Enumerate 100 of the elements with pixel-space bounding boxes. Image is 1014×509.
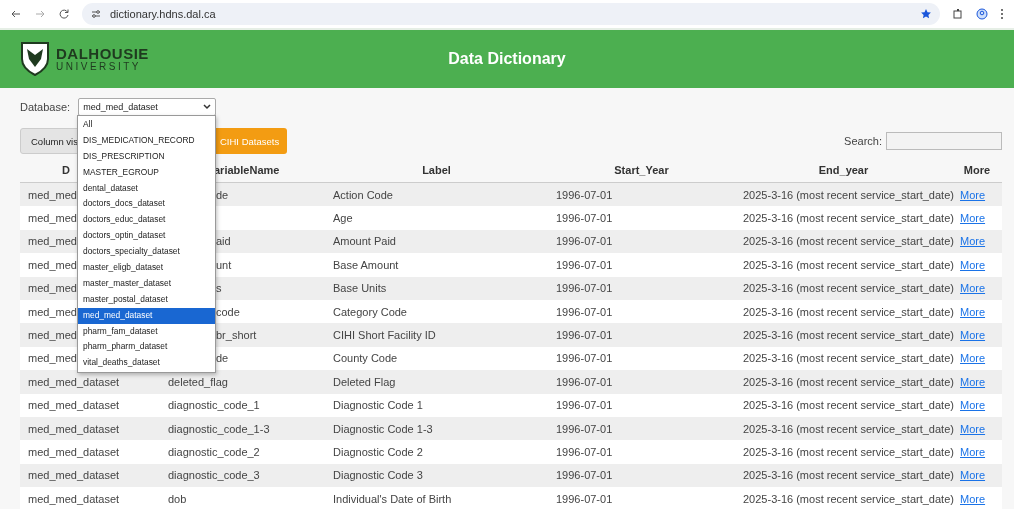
url-text: dictionary.hdns.dal.ca bbox=[110, 8, 216, 20]
table-cell: Age bbox=[333, 212, 353, 225]
table-cell: 1996-07-01 bbox=[556, 305, 613, 318]
table-cell: de bbox=[216, 352, 229, 365]
dropdown-option[interactable]: dental_dataset bbox=[78, 180, 215, 197]
logo-text: DALHOUSIE bbox=[56, 46, 149, 61]
table-cell: 2025-3-16 (most recent service_start_date) bbox=[743, 422, 954, 435]
table-cell: dob bbox=[168, 492, 187, 505]
table-cell: diagnostic_code_1 bbox=[168, 399, 260, 412]
table-cell: Individual's Date of Birth bbox=[333, 492, 452, 505]
table-cell: deleted_flag bbox=[168, 375, 228, 388]
table-cell: 2025-3-16 (most recent service_start_date) bbox=[743, 212, 954, 225]
column-header[interactable]: Label bbox=[422, 164, 451, 176]
column-header[interactable]: More bbox=[963, 164, 991, 176]
column-header[interactable]: ariableName bbox=[214, 164, 280, 176]
table-cell: Deleted Flag bbox=[333, 375, 396, 388]
table-cell: County Code bbox=[333, 352, 398, 365]
table-cell: 2025-3-16 (most recent service_start_date) bbox=[743, 375, 954, 388]
table-cell: de bbox=[216, 188, 229, 201]
profile-icon[interactable] bbox=[976, 8, 988, 20]
table-cell: code bbox=[216, 305, 240, 318]
table-cell: med_med_dataset bbox=[28, 422, 120, 435]
dropdown-option[interactable]: MASTER_EGROUP bbox=[78, 164, 215, 181]
table-cell: med_med_dataset bbox=[28, 375, 120, 388]
more-link[interactable]: More bbox=[960, 422, 986, 435]
address-bar[interactable]: dictionary.hdns.dal.ca bbox=[82, 3, 940, 25]
more-link[interactable]: More bbox=[960, 188, 986, 201]
page-title: Data Dictionary bbox=[448, 50, 566, 68]
table-cell: aid bbox=[216, 235, 231, 248]
shield-icon bbox=[20, 41, 50, 77]
more-link[interactable]: More bbox=[960, 282, 986, 295]
more-link[interactable]: More bbox=[960, 375, 986, 388]
table-cell: 2025-3-16 (most recent service_start_date) bbox=[743, 282, 954, 295]
table-cell: 1996-07-01 bbox=[556, 375, 613, 388]
table-cell: Amount Paid bbox=[333, 235, 396, 248]
column-header[interactable]: End_year bbox=[818, 164, 869, 176]
site-settings-icon[interactable] bbox=[90, 8, 102, 20]
star-icon[interactable] bbox=[920, 8, 932, 20]
table-cell: Base Units bbox=[333, 282, 387, 295]
table-cell: CIHI Short Facility ID bbox=[333, 329, 436, 342]
more-link[interactable]: More bbox=[960, 446, 986, 458]
table-cell: Diagnostic Code 1-3 bbox=[333, 422, 433, 435]
table-cell: med_med_dataset bbox=[28, 399, 120, 412]
reload-icon[interactable] bbox=[58, 8, 70, 20]
dropdown-option[interactable]: vital_deaths_dataset bbox=[78, 355, 215, 372]
database-select[interactable]: med_med_dataset bbox=[78, 98, 217, 116]
table-cell: 1996-07-01 bbox=[556, 492, 613, 505]
dropdown-option[interactable]: doctors_educ_dataset bbox=[78, 212, 215, 229]
table-cell: 1996-07-01 bbox=[556, 446, 613, 458]
more-link[interactable]: More bbox=[960, 235, 986, 248]
table-cell: Action Code bbox=[333, 188, 393, 201]
table-cell: 2025-3-16 (most recent service_start_date) bbox=[743, 399, 954, 412]
more-link[interactable]: More bbox=[960, 352, 986, 365]
chevron-down-icon bbox=[203, 104, 212, 110]
more-link[interactable]: More bbox=[960, 492, 986, 505]
dropdown-option[interactable]: doctors_specialty_dataset bbox=[78, 244, 215, 260]
back-icon[interactable] bbox=[10, 8, 22, 20]
column-header[interactable]: Start_Year bbox=[614, 164, 669, 176]
table-cell: s bbox=[216, 282, 222, 295]
table-cell: diagnostic_code_1-3 bbox=[168, 422, 270, 435]
table-cell: 2025-3-16 (most recent service_start_date) bbox=[743, 235, 954, 248]
table-cell: 1996-07-01 bbox=[556, 352, 613, 365]
more-link[interactable]: More bbox=[960, 258, 986, 271]
table-cell: med_med_dataset bbox=[28, 469, 120, 482]
table-cell: diagnostic_code_3 bbox=[168, 469, 260, 482]
more-link[interactable]: More bbox=[960, 399, 986, 412]
table-cell: med_med bbox=[28, 258, 77, 271]
dropdown-option[interactable]: master_eligb_dataset bbox=[78, 260, 215, 276]
logo-subtext: UNIVERSITY bbox=[56, 61, 142, 72]
table-cell: 1996-07-01 bbox=[556, 258, 613, 271]
table-cell: 1996-07-01 bbox=[556, 422, 613, 435]
table-cell: 2025-3-16 (most recent service_start_date) bbox=[743, 258, 954, 271]
dropdown-option[interactable]: med_med_dataset bbox=[78, 307, 215, 324]
extension-icon[interactable] bbox=[952, 8, 964, 20]
more-link[interactable]: More bbox=[960, 329, 986, 342]
dropdown-option[interactable]: master_postal_dataset bbox=[78, 291, 215, 308]
dropdown-option[interactable]: doctors_optin_dataset bbox=[78, 228, 215, 245]
dropdown-option[interactable]: pharm_fam_dataset bbox=[78, 323, 215, 340]
table-cell: med_med_dataset bbox=[28, 492, 120, 505]
table-cell: med_med bbox=[28, 235, 77, 248]
table-cell: Diagnostic Code 2 bbox=[333, 446, 423, 458]
table-cell: 1996-07-01 bbox=[556, 212, 613, 225]
dropdown-option[interactable]: doctors_docs_dataset bbox=[78, 196, 215, 213]
table-cell: 2025-3-16 (most recent service_start_date) bbox=[743, 352, 954, 365]
table-cell: 2025-3-16 (most recent service_start_date) bbox=[743, 188, 954, 201]
more-link[interactable]: More bbox=[960, 212, 986, 225]
dropdown-option[interactable]: master_master_dataset bbox=[78, 275, 215, 292]
table-cell: med_med bbox=[28, 282, 77, 295]
more-link[interactable]: More bbox=[960, 305, 986, 318]
table-cell: 2025-3-16 (most recent service_start_date) bbox=[743, 305, 954, 318]
table-cell: unt bbox=[216, 258, 232, 271]
dropdown-option[interactable]: pharm_pharm_dataset bbox=[78, 339, 215, 356]
search-label: Search: bbox=[844, 135, 882, 147]
table-cell: med_med bbox=[28, 329, 77, 342]
column-header[interactable]: D bbox=[62, 164, 70, 176]
table-cell: med_med_dataset bbox=[28, 446, 120, 458]
table-cell: 1996-07-01 bbox=[556, 282, 613, 295]
more-link[interactable]: More bbox=[960, 469, 986, 482]
search-field[interactable] bbox=[886, 132, 1002, 150]
menu-icon[interactable] bbox=[1000, 8, 1004, 20]
